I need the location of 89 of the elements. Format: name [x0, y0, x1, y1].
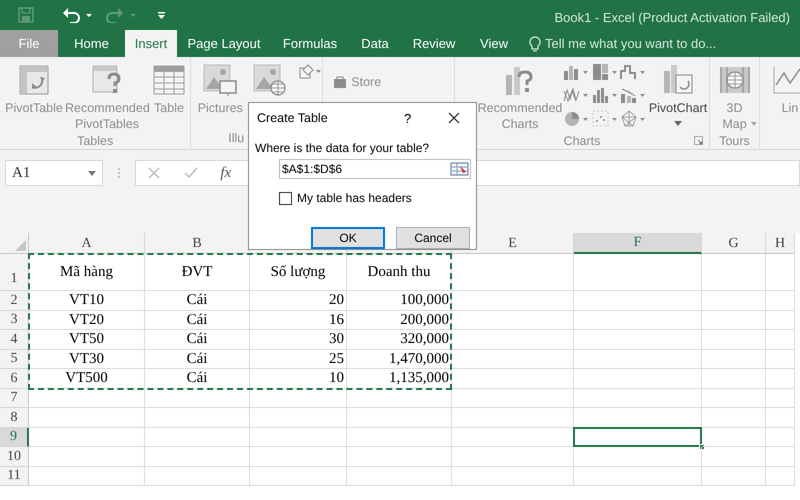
dialog-button[interactable]: Cancel [396, 227, 470, 249]
column-header[interactable]: A [29, 233, 145, 254]
row-header[interactable]: 7 [0, 388, 29, 408]
table-cell[interactable]: 10 [250, 369, 347, 388]
table-cell[interactable]: 16 [250, 310, 347, 330]
table-cell[interactable]: 1,470,000 [347, 350, 452, 369]
table-grid-icon[interactable] [151, 63, 187, 97]
tell-me-field[interactable]: Tell me what you want to do... [545, 34, 716, 54]
caret-icon[interactable] [88, 170, 96, 176]
ribbon-tab[interactable]: Review [401, 30, 467, 57]
table-cell[interactable]: 100,000 [347, 291, 452, 310]
name-box[interactable]: A1 [5, 160, 103, 186]
table-cell[interactable]: Doanh thu [347, 254, 452, 291]
ribbon-tab[interactable]: Home [58, 30, 125, 57]
chart-type-icon[interactable] [563, 110, 589, 128]
chart-type-icon[interactable] [620, 110, 646, 128]
window-title: Book1 - Excel (Product Activation Failed) [554, 9, 790, 27]
row-header[interactable]: 11 [0, 466, 29, 486]
table-cell[interactable]: 1,135,000 [347, 369, 452, 388]
shapes-icon[interactable] [298, 63, 322, 81]
group-label: Charts [564, 133, 600, 150]
select-all-icon[interactable] [15, 240, 26, 251]
ribbon-button-label[interactable]: PivotChart [648, 100, 708, 116]
table-cell[interactable]: VT30 [29, 350, 145, 369]
row-header[interactable]: 2 [0, 291, 29, 310]
shopping-bag-icon [333, 75, 348, 89]
dialog-button[interactable]: OK [311, 227, 385, 249]
group-label: Illu [227, 130, 244, 147]
table-cell[interactable]: Cái [145, 369, 250, 388]
table-cell[interactable]: VT20 [29, 310, 145, 330]
row-header[interactable]: 8 [0, 408, 29, 428]
column-header[interactable]: H [766, 233, 795, 254]
checkbox[interactable] [279, 192, 292, 204]
table-cell[interactable]: Mã hàng [29, 254, 145, 291]
row-header[interactable]: 6 [0, 369, 29, 388]
picture-globe-icon[interactable] [252, 63, 288, 97]
table-cell[interactable]: 320,000 [347, 330, 452, 350]
check-icon[interactable] [184, 167, 198, 179]
chart-type-icon[interactable] [592, 63, 618, 81]
row-header[interactable]: 9 [0, 428, 29, 447]
row-header[interactable]: 10 [0, 447, 29, 466]
table-cell[interactable]: Cái [145, 291, 250, 310]
customize-toolbar-icon[interactable] [157, 10, 166, 20]
group-label: Tables [77, 133, 114, 150]
chart-type-icon[interactable] [592, 86, 618, 104]
column-header[interactable]: B [145, 233, 250, 254]
table-cell[interactable]: VT500 [29, 369, 145, 388]
chart-type-icon[interactable] [620, 86, 646, 104]
table-cell[interactable]: Cái [145, 350, 250, 369]
picture-monitor-icon[interactable] [202, 63, 238, 97]
cancel-icon[interactable] [148, 167, 160, 179]
chart-type-icon[interactable] [563, 86, 589, 104]
table-cell[interactable]: 30 [250, 330, 347, 350]
table-cell[interactable]: 200,000 [347, 310, 452, 330]
table-cell[interactable]: Cái [145, 330, 250, 350]
ribbon-tab[interactable]: Page Layout [177, 30, 271, 57]
table-cell[interactable]: ĐVT [145, 254, 250, 291]
dialog-launcher-icon[interactable] [694, 136, 703, 145]
caret-icon[interactable] [674, 121, 682, 126]
caret-icon[interactable] [751, 122, 757, 126]
group-label: Tours [719, 133, 750, 150]
ribbon-tab[interactable]: View [467, 30, 521, 57]
column-header[interactable]: G [702, 233, 766, 254]
lightbulb-icon [529, 36, 541, 52]
table-cell[interactable]: 25 [250, 350, 347, 369]
table-cell[interactable]: VT10 [29, 291, 145, 310]
ribbon-tab[interactable]: Insert [125, 30, 177, 57]
table-cell[interactable]: Số lượng [250, 254, 347, 291]
table-cell[interactable]: Cái [145, 310, 250, 330]
table-cell[interactable]: 20 [250, 291, 347, 310]
row-header[interactable]: 1 [0, 254, 29, 291]
prompt-text: Where is the data for your table? [254, 140, 430, 157]
row-header[interactable]: 4 [0, 330, 29, 350]
column-header[interactable]: F [574, 233, 702, 254]
dialog-title: Create Table [257, 110, 328, 127]
ribbon-tab[interactable]: Formulas [271, 30, 349, 57]
chart-type-icon[interactable] [620, 63, 646, 81]
row-header[interactable]: 5 [0, 350, 29, 369]
undo-icon[interactable] [62, 7, 92, 23]
chart-type-icon[interactable] [563, 63, 589, 81]
row-header[interactable]: 3 [0, 310, 29, 330]
chart-type-icon[interactable] [592, 110, 618, 128]
ribbon-tab[interactable]: Data [349, 30, 401, 57]
grip-icon [116, 167, 120, 179]
table-cell[interactable]: VT50 [29, 330, 145, 350]
checkbox-label: My table has headers [297, 190, 412, 207]
insert-function-button[interactable]: fx [220, 162, 232, 184]
help-button[interactable]: ? [404, 109, 412, 128]
close-icon[interactable] [448, 112, 460, 124]
